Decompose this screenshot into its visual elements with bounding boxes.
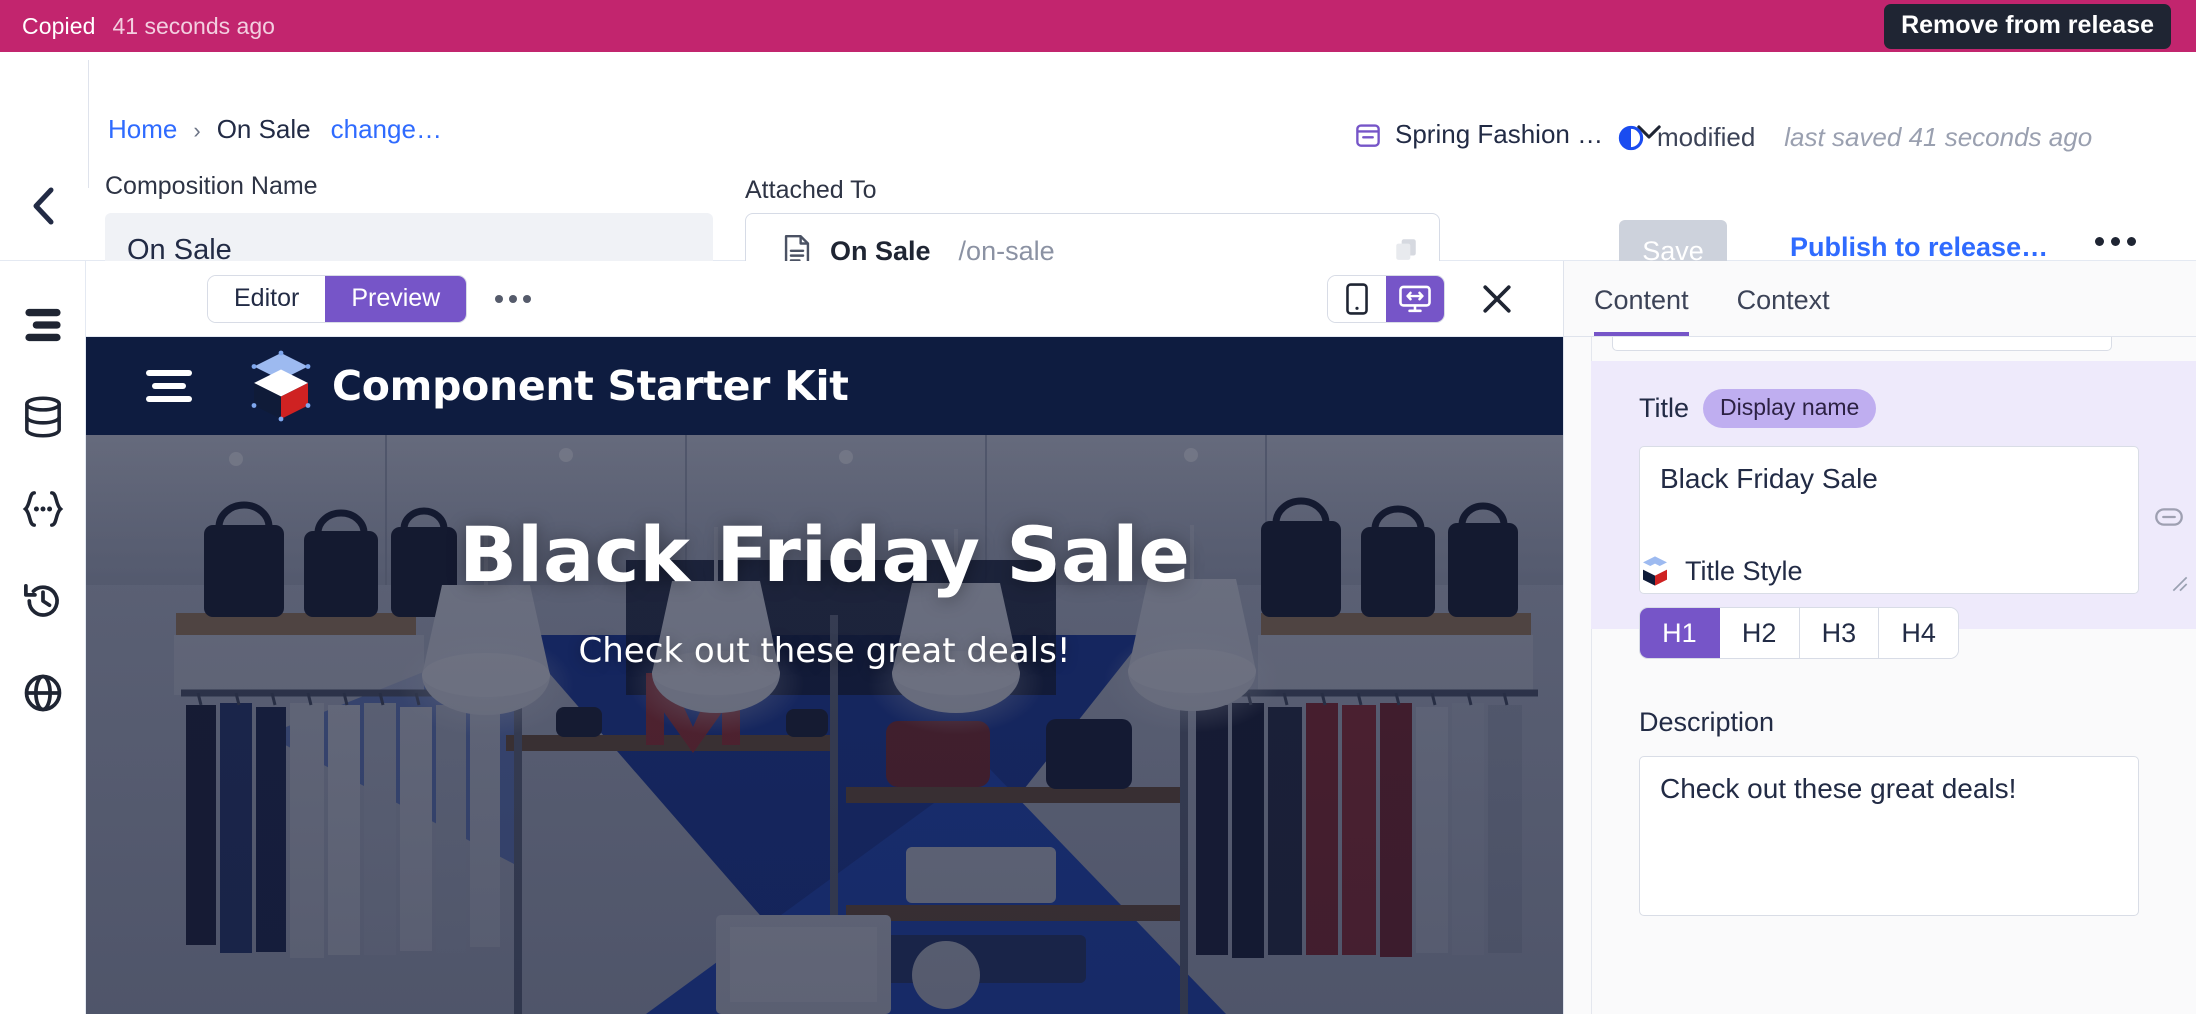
mobile-device-icon[interactable] — [1328, 275, 1386, 322]
publish-to-release-button[interactable]: Publish to release… — [1790, 232, 2048, 263]
hero-subtitle: Check out these great deals! — [578, 630, 1071, 671]
heading-option-h1[interactable]: H1 — [1640, 608, 1720, 658]
modified-status: modified last saved 41 seconds ago — [1618, 122, 2092, 153]
site-brand-name: Component Starter Kit — [332, 362, 849, 410]
data-sources-icon[interactable] — [17, 391, 69, 443]
bar — [146, 370, 192, 376]
title-style-label: Title Style — [1685, 555, 1803, 586]
breadcrumb-current: On Sale — [216, 114, 311, 144]
dot — [2111, 237, 2120, 246]
breadcrumb-change-link[interactable]: change… — [331, 114, 442, 145]
heading-option-h4[interactable]: H4 — [1879, 608, 1958, 658]
breadcrumb-separator: › — [193, 118, 201, 143]
attached-to-label: Attached To — [745, 176, 877, 204]
component-starter-kit-logo-icon — [248, 350, 314, 422]
preview-iframe[interactable]: Component Starter Kit Black Friday Sale … — [86, 337, 1563, 1014]
bar — [152, 383, 186, 389]
header-more-options-button[interactable] — [2095, 237, 2136, 246]
hero-section: Black Friday Sale Check out these great … — [86, 435, 1563, 1014]
history-icon[interactable] — [17, 575, 69, 627]
preview-more-options-button[interactable] — [495, 294, 532, 303]
title-field-header: Title Display name — [1639, 389, 2196, 428]
status-badge: modified — [1657, 122, 1756, 152]
heading-option-h3[interactable]: H3 — [1799, 608, 1880, 658]
modified-half-circle-icon — [1618, 125, 1644, 151]
device-toggle — [1327, 274, 1445, 323]
release-name: Spring Fashion … — [1395, 119, 1604, 149]
remove-from-release-button[interactable]: Remove from release — [1884, 3, 2171, 49]
notification-timestamp: 41 seconds ago — [112, 12, 275, 39]
dot — [495, 294, 504, 303]
tab-preview[interactable]: Preview — [325, 275, 467, 322]
scrolled-field-above[interactable] — [1612, 337, 2112, 351]
breadcrumb: Home › On Sale change… — [108, 114, 442, 145]
preview-toolbar-right — [1327, 274, 1537, 323]
dot — [2095, 237, 2104, 246]
heading-level-selector: H1 H2 H3 H4 — [1639, 607, 1959, 659]
panel-tabs: Content Context — [1564, 261, 2196, 337]
site-navbar: Component Starter Kit — [86, 337, 1563, 435]
compositions-icon[interactable] — [17, 299, 69, 351]
hero-copy: Black Friday Sale Check out these great … — [86, 515, 1563, 671]
notification-bar: Copied 41 seconds ago Remove from releas… — [0, 0, 2196, 52]
back-chevron-icon[interactable] — [22, 184, 66, 228]
composition-header: Home › On Sale change… Composition Name … — [0, 52, 2196, 290]
code-snippet-icon[interactable] — [17, 483, 69, 535]
title-style-group: Title Style H1 H2 H3 H4 — [1591, 555, 2196, 659]
bar — [146, 396, 192, 402]
tab-editor[interactable]: Editor — [208, 275, 326, 322]
composition-name-label: Composition Name — [105, 172, 318, 200]
description-field-label: Description — [1639, 707, 1775, 737]
hamburger-menu-icon[interactable] — [146, 370, 192, 402]
panel-body: Title Display name Black Friday Sale Tit… — [1564, 337, 2196, 1014]
content-settings-panel: Content Context Title Display name Black… — [1563, 261, 2196, 1014]
notification-title: Copied — [22, 12, 96, 39]
preview-toolbar: Editor Preview — [86, 261, 1563, 337]
header-divider — [88, 60, 89, 188]
title-style-header: Title Style — [1639, 555, 2196, 587]
editor-preview-toggle: Editor Preview — [207, 274, 468, 323]
dot — [2127, 237, 2136, 246]
description-field-group: Description — [1591, 707, 2196, 921]
title-field-label: Title — [1639, 393, 1690, 423]
release-selector[interactable]: Spring Fashion … — [1355, 119, 1663, 150]
hero-title: Black Friday Sale — [459, 510, 1190, 599]
dot — [523, 294, 532, 303]
release-calendar-icon — [1355, 122, 1381, 148]
left-icon-rail — [0, 261, 86, 1014]
heading-option-h2[interactable]: H2 — [1719, 608, 1800, 658]
responsive-desktop-icon[interactable] — [1386, 275, 1444, 322]
last-saved-text: last saved 41 seconds ago — [1784, 122, 2093, 152]
close-preview-button[interactable] — [1475, 277, 1519, 321]
display-name-badge: Display name — [1703, 389, 1877, 428]
dot — [509, 294, 518, 303]
component-box-icon — [1639, 555, 1671, 587]
preview-pane: Editor Preview Component Starter Kit Bla… — [86, 261, 1563, 1014]
tab-content[interactable]: Content — [1594, 285, 1689, 336]
personalization-pill-icon[interactable] — [2155, 508, 2183, 526]
description-input[interactable] — [1639, 756, 2139, 916]
breadcrumb-home-link[interactable]: Home — [108, 114, 177, 145]
tab-context[interactable]: Context — [1737, 285, 1830, 336]
globe-icon[interactable] — [17, 667, 69, 719]
